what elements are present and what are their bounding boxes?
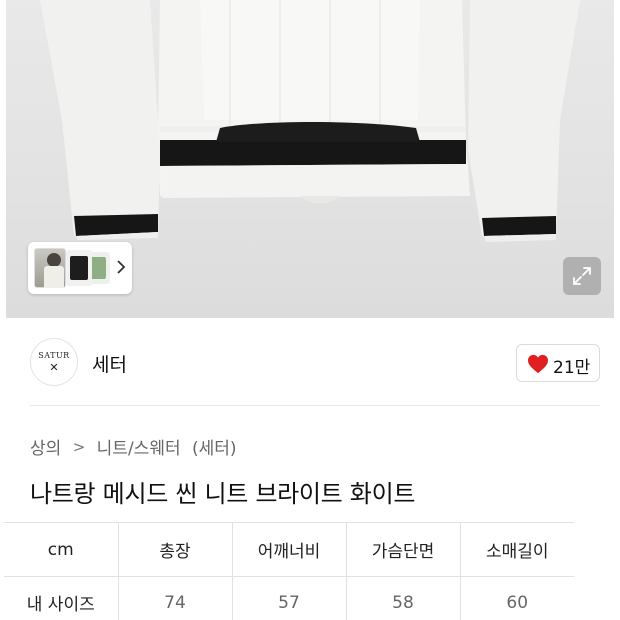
breadcrumb: 상의 > 니트/스웨터 (세터) <box>30 434 237 460</box>
brand-name-link[interactable]: 세터 <box>92 350 127 377</box>
size-table: cm 총장 어깨너비 가슴단면 소매길이 내 사이즈 74 57 58 60 <box>4 522 574 620</box>
breadcrumb-separator: > <box>72 437 86 456</box>
chevron-right-icon[interactable] <box>114 258 128 278</box>
brand-logo[interactable]: SATUR ✕ <box>30 338 78 386</box>
brand-logo-text: SATUR <box>38 351 70 360</box>
breadcrumb-category[interactable]: 상의 <box>30 434 61 459</box>
heart-icon <box>528 354 548 374</box>
thumbnail-black-variant[interactable] <box>66 250 92 286</box>
breadcrumb-subcategory[interactable]: 니트/스웨터 <box>97 434 181 459</box>
size-value-shoulder-width: 57 <box>231 576 346 620</box>
brand-row: SATUR ✕ 세터 21만 <box>30 338 600 388</box>
thumbnail-strip[interactable] <box>28 242 132 294</box>
expand-arrows-icon <box>573 267 591 285</box>
size-header-sleeve-length: 소매길이 <box>459 522 574 577</box>
size-value-chest-width: 58 <box>345 576 460 620</box>
product-image-gallery[interactable] <box>0 0 620 318</box>
expand-image-button[interactable] <box>563 257 601 295</box>
section-divider <box>30 405 600 406</box>
thumbnail-model-photo[interactable] <box>34 248 66 288</box>
size-header-unit: cm <box>4 522 118 577</box>
table-row: 내 사이즈 74 57 58 60 <box>4 576 574 620</box>
size-table-header-row: cm 총장 어깨너비 가슴단면 소매길이 <box>4 522 574 577</box>
brand-logo-mark: ✕ <box>49 361 59 374</box>
like-count: 21만 <box>553 358 591 378</box>
size-row-label: 내 사이즈 <box>4 576 118 620</box>
product-title: 나트랑 메시드 씬 니트 브라이트 화이트 <box>30 480 416 508</box>
like-button[interactable]: 21만 <box>516 344 600 382</box>
size-header-chest-width: 가슴단면 <box>345 522 460 577</box>
size-value-total-length: 74 <box>117 576 232 620</box>
size-header-total-length: 총장 <box>117 522 232 577</box>
breadcrumb-brand-tag[interactable]: (세터) <box>192 434 237 459</box>
size-header-shoulder-width: 어깨너비 <box>231 522 346 577</box>
size-value-sleeve-length: 60 <box>459 576 574 620</box>
